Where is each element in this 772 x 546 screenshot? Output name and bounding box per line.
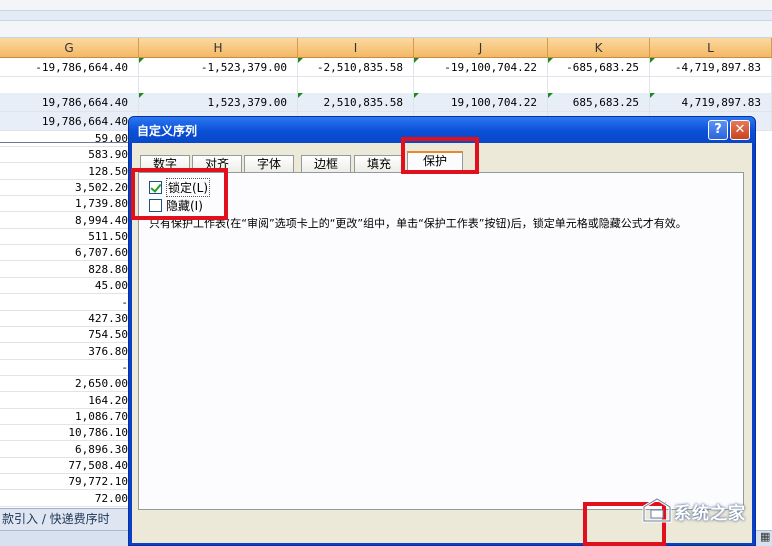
hidden-checkbox[interactable] [149,198,162,212]
table-row: 2,650.00 [0,376,130,393]
column-header-j[interactable]: J [414,38,548,58]
table-row: 59.00 [0,131,130,147]
divider [0,142,130,143]
table-cell[interactable]: 1,739.80 [0,196,130,212]
table-cell[interactable]: 6,896.30 [0,442,130,458]
dialog-body: 数字 对齐 字体 边框 填充 保护 锁定(L) 隐藏(I) 只有保护工作表(在“… [132,143,752,546]
table-row: 1,739.80 [0,196,130,213]
table-row: - [0,295,130,311]
table-cell[interactable]: 72.00 [0,491,130,507]
watermark: 系统之家 [640,495,772,525]
table-cell[interactable]: 6,707.60 [0,245,130,261]
table-cell[interactable]: -19,786,664.40 [0,58,139,77]
table-cell[interactable]: -685,683.25 [548,58,650,77]
table-row: 6,707.60 [0,245,130,262]
watermark-text: 系统之家 [674,504,746,524]
table-row: 376.80 [0,344,130,360]
column-header-h[interactable]: H [139,38,298,58]
table-cell[interactable]: 427.30 [0,311,130,327]
table-cell[interactable]: 45.00 [0,278,130,294]
dialog-title: 自定义序列 [137,124,198,138]
table-cell[interactable]: 77,508.40 [0,458,130,474]
table-row: 3,502.20 [0,180,130,197]
table-row: 1,086.70 [0,409,130,425]
table-cell[interactable]: 754.50 [0,327,130,343]
hidden-label: 隐藏(I) [166,198,203,213]
table-row: 8,994.40 [0,213,130,229]
table-cell[interactable]: 3,502.20 [0,180,130,196]
table-cell[interactable]: -4,719,897.83 [650,58,772,77]
table-cell[interactable]: 1,523,379.00 [139,93,298,112]
table-cell[interactable]: 19,786,664.40 [0,112,139,131]
table-row: 6,896.30 [0,442,130,458]
locked-label: 锁定(L) [166,177,211,197]
table-row: - [0,360,130,376]
table-cell[interactable]: 2,650.00 [0,376,130,392]
help-icon[interactable]: ? [708,120,728,140]
table-cell[interactable]: -1,523,379.00 [139,58,298,77]
table-cell[interactable]: - [0,360,130,376]
table-row: 45.00 [0,278,130,295]
close-icon[interactable]: ✕ [730,120,750,140]
table-cell[interactable]: 583.90 [0,147,130,163]
table-row: 511.50 [0,229,130,246]
column-header-k[interactable]: K [548,38,650,58]
formula-bar-area [0,0,772,38]
table-cell[interactable]: 2,510,835.58 [298,93,414,112]
table-row: 754.50 [0,327,130,344]
locked-checkbox[interactable] [149,180,162,194]
locked-option[interactable]: 锁定(L) [149,177,211,197]
table-cell[interactable]: 19,786,664.40 [0,93,139,112]
column-header-g[interactable]: G [0,38,139,58]
table-row: 427.30 [0,311,130,327]
table-cell[interactable]: 164.20 [0,393,130,409]
tab-protection[interactable]: 保护 [407,151,463,174]
status-bar-glyph: ▦ [760,530,771,543]
table-row: 828.80 [0,262,130,278]
table-row: 164.20 [0,393,130,409]
table-row: 10,786.10 [0,425,130,442]
table-cell[interactable]: 8,994.40 [0,213,130,229]
tab-fill[interactable]: 填充 [354,155,404,173]
table-cell[interactable]: 685,683.25 [548,93,650,112]
table-row: 583.90 [0,147,130,164]
table-cell[interactable]: -2,510,835.58 [298,58,414,77]
format-cells-dialog: 自定义序列 ? ✕ 数字 对齐 字体 边框 填充 保护 锁定(L) 隐藏(I) … [128,116,756,546]
table-cell[interactable]: 79,772.10 [0,474,130,490]
table-cell[interactable]: 128.50 [0,164,130,180]
table-cell[interactable]: 376.80 [0,344,130,360]
tab-font[interactable]: 字体 [244,155,294,173]
table-cell[interactable]: 4,719,897.83 [650,93,772,112]
table-cell[interactable]: 10,786.10 [0,425,130,441]
table-cell[interactable]: 59.00 [0,131,130,147]
tab-number[interactable]: 数字 [140,155,190,173]
protection-panel: 锁定(L) 隐藏(I) 只有保护工作表(在“审阅”选项卡上的“更改”组中，单击“… [138,172,744,510]
formula-bar[interactable] [0,10,772,21]
sheet-tabs[interactable]: 款引入 / 快递费序时 [0,508,130,530]
table-row: 72.00 [0,491,130,507]
table-row: -19,786,664.40 -1,523,379.00 -2,510,835.… [0,58,772,77]
table-cell[interactable]: 511.50 [0,229,130,245]
column-header-i[interactable]: I [298,38,414,58]
table-row: 19,786,664.40 1,523,379.00 2,510,835.58 … [0,93,772,112]
table-row: 128.50 [0,164,130,180]
table-cell[interactable]: 828.80 [0,262,130,278]
table-cell[interactable]: -19,100,704.22 [414,58,548,77]
table-cell[interactable]: - [0,295,130,311]
tab-border[interactable]: 边框 [301,155,351,173]
dialog-titlebar[interactable]: 自定义序列 ? ✕ [129,117,755,143]
watermark-logo-icon [642,497,672,523]
table-row: 77,508.40 [0,458,130,474]
protection-note: 只有保护工作表(在“审阅”选项卡上的“更改”组中，单击“保护工作表”按钮)后，锁… [149,217,687,230]
hidden-option[interactable]: 隐藏(I) [149,197,203,213]
tab-alignment[interactable]: 对齐 [192,155,242,173]
column-header-l[interactable]: L [650,38,772,58]
table-cell[interactable]: 1,086.70 [0,409,130,425]
table-row: 79,772.10 [0,474,130,491]
table-cell[interactable]: 19,100,704.22 [414,93,548,112]
